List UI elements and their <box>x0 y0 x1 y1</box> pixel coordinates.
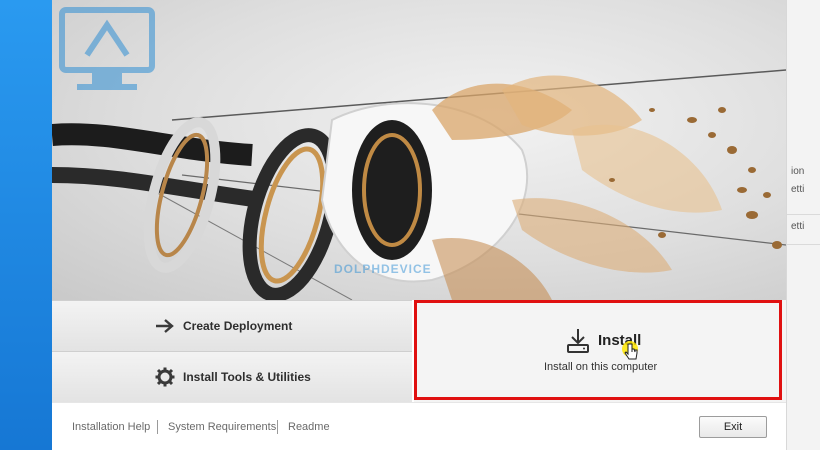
arrow-right-icon <box>154 315 176 337</box>
install-tools-label: Install Tools & Utilities <box>183 370 311 384</box>
desktop-background <box>0 0 52 450</box>
footer-divider <box>277 420 278 434</box>
installation-help-link[interactable]: Installation Help <box>72 421 150 433</box>
create-deployment-label: Create Deployment <box>183 319 293 333</box>
bg-window-text-1: ion <box>791 166 805 177</box>
ring <box>258 146 326 284</box>
bg-window-separator <box>787 244 820 245</box>
install-tools-option[interactable]: Install Tools & Utilities <box>52 351 412 403</box>
system-requirements-link[interactable]: System Requirements <box>168 421 276 433</box>
petal <box>432 238 552 300</box>
watermark-text: DOLPHDEVICE <box>334 262 432 276</box>
background-window: ion etti etti <box>786 0 820 450</box>
bg-window-separator <box>787 214 820 215</box>
hand-cursor-icon <box>622 341 638 360</box>
installer-footer: Installation Help System Requirements Re… <box>52 402 786 450</box>
petal <box>572 124 722 213</box>
footer-divider <box>157 420 158 434</box>
hero-image: DOLPHDEVICE <box>52 0 786 300</box>
create-deployment-option[interactable]: Create Deployment <box>52 300 412 351</box>
cable <box>52 123 253 166</box>
watermark-logo <box>59 7 155 90</box>
installer-window: DOLPHDEVICE Create Deployment Install To… <box>52 0 786 450</box>
readme-link[interactable]: Readme <box>288 421 330 433</box>
bg-window-text-2: etti <box>791 184 805 195</box>
petal <box>512 198 672 273</box>
hero-artwork <box>52 69 786 300</box>
gear-icon <box>154 366 176 388</box>
bg-window-text-3: etti <box>791 221 805 232</box>
highlight-annotation <box>414 300 782 400</box>
exit-button[interactable]: Exit <box>699 416 767 438</box>
